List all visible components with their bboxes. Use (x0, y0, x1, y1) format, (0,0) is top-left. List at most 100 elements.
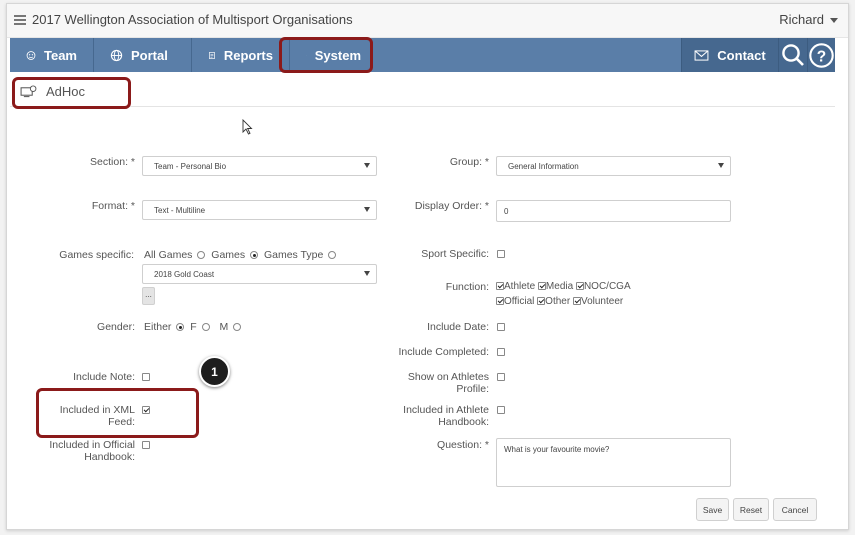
xml-feed-highlight (36, 388, 199, 438)
help-button[interactable]: ? (807, 38, 835, 72)
display-order-label: Display Order: * (414, 200, 489, 212)
games-option-type-radio[interactable] (328, 251, 337, 260)
app-title: 2017 Wellington Association of Multispor… (32, 12, 353, 27)
show-on-athletes-profile-label-line2: Profile: (456, 383, 489, 395)
function-label: Function: (445, 281, 489, 293)
dropdown-arrow-icon (364, 207, 370, 212)
help-icon: ? (809, 42, 834, 68)
section-value: Team - Personal Bio (154, 162, 227, 171)
function-media-label: Media (545, 281, 574, 292)
function-other-checkbox[interactable] (537, 297, 546, 306)
function-volunteer-label: Volunteer (580, 296, 624, 307)
group-value: General Information (508, 162, 579, 171)
games-option-type-label: Games Type (263, 249, 324, 261)
include-completed-label: Include Completed: (398, 346, 489, 358)
nav-contact-label: Contact (717, 47, 766, 63)
cursor-icon (242, 119, 253, 135)
include-note-checkbox[interactable] (142, 373, 150, 381)
function-noc-checkbox[interactable] (575, 282, 584, 291)
dropdown-arrow-icon (364, 271, 370, 276)
included-athlete-handbook-checkbox[interactable] (497, 406, 505, 414)
included-athlete-handbook-label-line2: Handbook: (438, 416, 489, 428)
included-official-handbook-checkbox[interactable] (142, 441, 150, 449)
gender-option-f-radio[interactable] (201, 323, 210, 332)
team-icon (26, 50, 36, 60)
function-media-checkbox[interactable] (537, 282, 546, 291)
included-athlete-handbook-label: Included in Athlete Handbook: (370, 404, 489, 428)
games-select-value: 2018 Gold Coast (154, 270, 215, 279)
save-button[interactable]: Save (696, 498, 729, 521)
search-icon (782, 44, 804, 66)
games-option-games-radio[interactable] (250, 251, 259, 260)
gender-option-either-radio[interactable] (176, 323, 185, 332)
function-official-checkbox[interactable] (496, 297, 504, 306)
function-athlete-checkbox[interactable] (496, 282, 504, 291)
games-option-all-label: All Games (144, 249, 193, 261)
included-official-handbook-label: Included in Official Handbook: (30, 439, 135, 463)
function-row-2: Official Other Volunteer (496, 296, 623, 307)
gender-option-f-label: F (190, 321, 197, 333)
question-label: Question: * (437, 439, 489, 451)
include-date-checkbox[interactable] (497, 323, 505, 331)
function-noc-label: NOC/CGA (583, 281, 631, 292)
menu-icon[interactable] (14, 15, 26, 26)
gender-option-m-radio[interactable] (233, 323, 242, 332)
reset-button[interactable]: Reset (733, 498, 769, 521)
nav-team[interactable]: Team (10, 38, 94, 72)
main-navbar: Team Portal Reports System Contact ? (10, 38, 835, 72)
function-athlete-label: Athlete (504, 281, 536, 292)
function-other-label: Other (545, 296, 571, 307)
included-official-handbook-label-line2: Handbook: (84, 451, 135, 463)
nav-team-label: Team (44, 47, 77, 63)
games-specific-label: Games specific: (59, 249, 134, 261)
system-highlight (279, 37, 373, 73)
dropdown-arrow-icon (718, 163, 724, 168)
search-button[interactable] (778, 38, 807, 72)
sport-specific-label: Sport Specific: (421, 248, 489, 260)
globe-icon (110, 49, 123, 61)
gender-radio-group: Either F M (144, 321, 242, 333)
function-volunteer-checkbox[interactable] (572, 297, 581, 306)
sport-specific-checkbox[interactable] (497, 250, 505, 258)
dropdown-arrow-icon (364, 163, 370, 168)
reports-icon (209, 51, 215, 59)
user-name: Richard (779, 12, 824, 27)
format-select[interactable]: Text - Multiline (142, 200, 377, 220)
page-header: AdHoc (10, 76, 835, 107)
cancel-button[interactable]: Cancel (773, 498, 817, 521)
games-more-button[interactable]: ... (142, 287, 155, 305)
show-on-athletes-profile-label: Show on Athletes Profile: (380, 371, 489, 395)
gender-option-either-label: Either (144, 321, 172, 333)
nav-portal-label: Portal (131, 47, 168, 63)
function-row-1: Athlete Media NOC/CGA (496, 281, 631, 292)
show-on-athletes-profile-checkbox[interactable] (497, 373, 505, 381)
included-official-handbook-label-line1: Included in Official (49, 439, 135, 451)
group-select[interactable]: General Information (496, 156, 731, 176)
include-note-label: Include Note: (73, 371, 135, 383)
games-option-all-radio[interactable] (197, 251, 206, 260)
callout-badge: 1 (199, 356, 230, 387)
games-select[interactable]: 2018 Gold Coast (142, 264, 377, 284)
nav-portal[interactable]: Portal (94, 38, 192, 72)
format-label: Format: * (91, 200, 135, 212)
include-date-label: Include Date: (427, 321, 489, 333)
included-athlete-handbook-label-line1: Included in Athlete (403, 404, 489, 416)
caret-down-icon (830, 18, 838, 24)
function-official-label: Official (504, 296, 535, 307)
format-value: Text - Multiline (154, 206, 206, 215)
games-option-games-label: Games (211, 249, 246, 261)
user-menu[interactable]: Richard (779, 12, 838, 27)
games-radio-group: All Games Games Games Type (144, 249, 337, 261)
section-select[interactable]: Team - Personal Bio (142, 156, 377, 176)
nav-reports-label: Reports (223, 47, 273, 63)
question-textarea[interactable]: What is your favourite movie? (496, 438, 731, 487)
svg-text:?: ? (817, 48, 826, 65)
section-label: Section: * (90, 156, 135, 168)
nav-reports[interactable]: Reports (192, 38, 290, 72)
include-completed-checkbox[interactable] (497, 348, 505, 356)
gender-option-m-label: M (219, 321, 229, 333)
display-order-input[interactable]: 0 (496, 200, 731, 222)
nav-contact[interactable]: Contact (681, 38, 778, 72)
gender-label: Gender: (97, 321, 135, 333)
adhoc-highlight (12, 77, 131, 109)
